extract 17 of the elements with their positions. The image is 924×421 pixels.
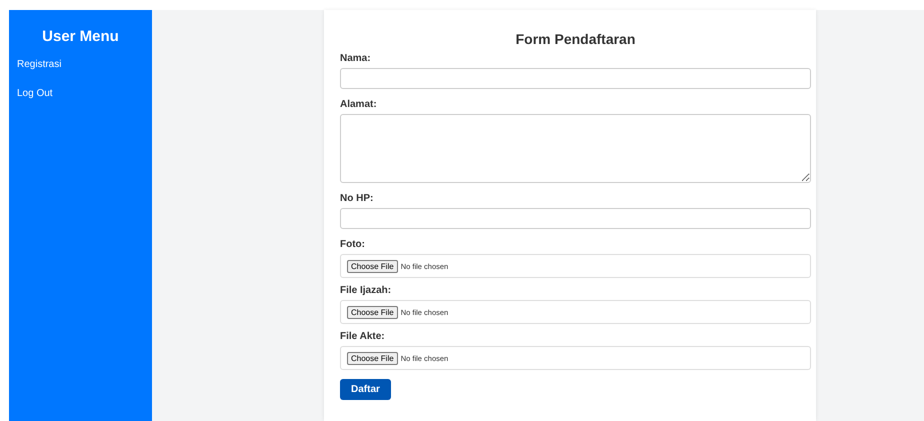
field-label: Foto: — [340, 239, 365, 251]
sidebar-link[interactable]: Registrasi — [9, 59, 62, 70]
field-label: File Ijazah: — [340, 285, 392, 297]
field-label: Nama: — [340, 53, 371, 65]
field-label: File Akte: — [340, 331, 385, 343]
sidebar-link[interactable]: Log Out — [9, 88, 53, 99]
input-field[interactable] — [340, 68, 811, 89]
sidebar-title: User Menu — [41, 28, 120, 45]
input-field[interactable] — [340, 208, 811, 229]
form-title: Form Pendaftaran — [514, 31, 636, 47]
choose-file-button[interactable]: Choose File — [347, 306, 398, 318]
submit-button[interactable]: Daftar — [340, 379, 391, 400]
textarea-field[interactable] — [340, 114, 811, 183]
field-label: No HP: — [340, 193, 374, 205]
field-label: Alamat: — [340, 99, 377, 111]
choose-file-button[interactable]: Choose File — [347, 260, 398, 272]
choose-file-button[interactable]: Choose File — [347, 352, 398, 364]
